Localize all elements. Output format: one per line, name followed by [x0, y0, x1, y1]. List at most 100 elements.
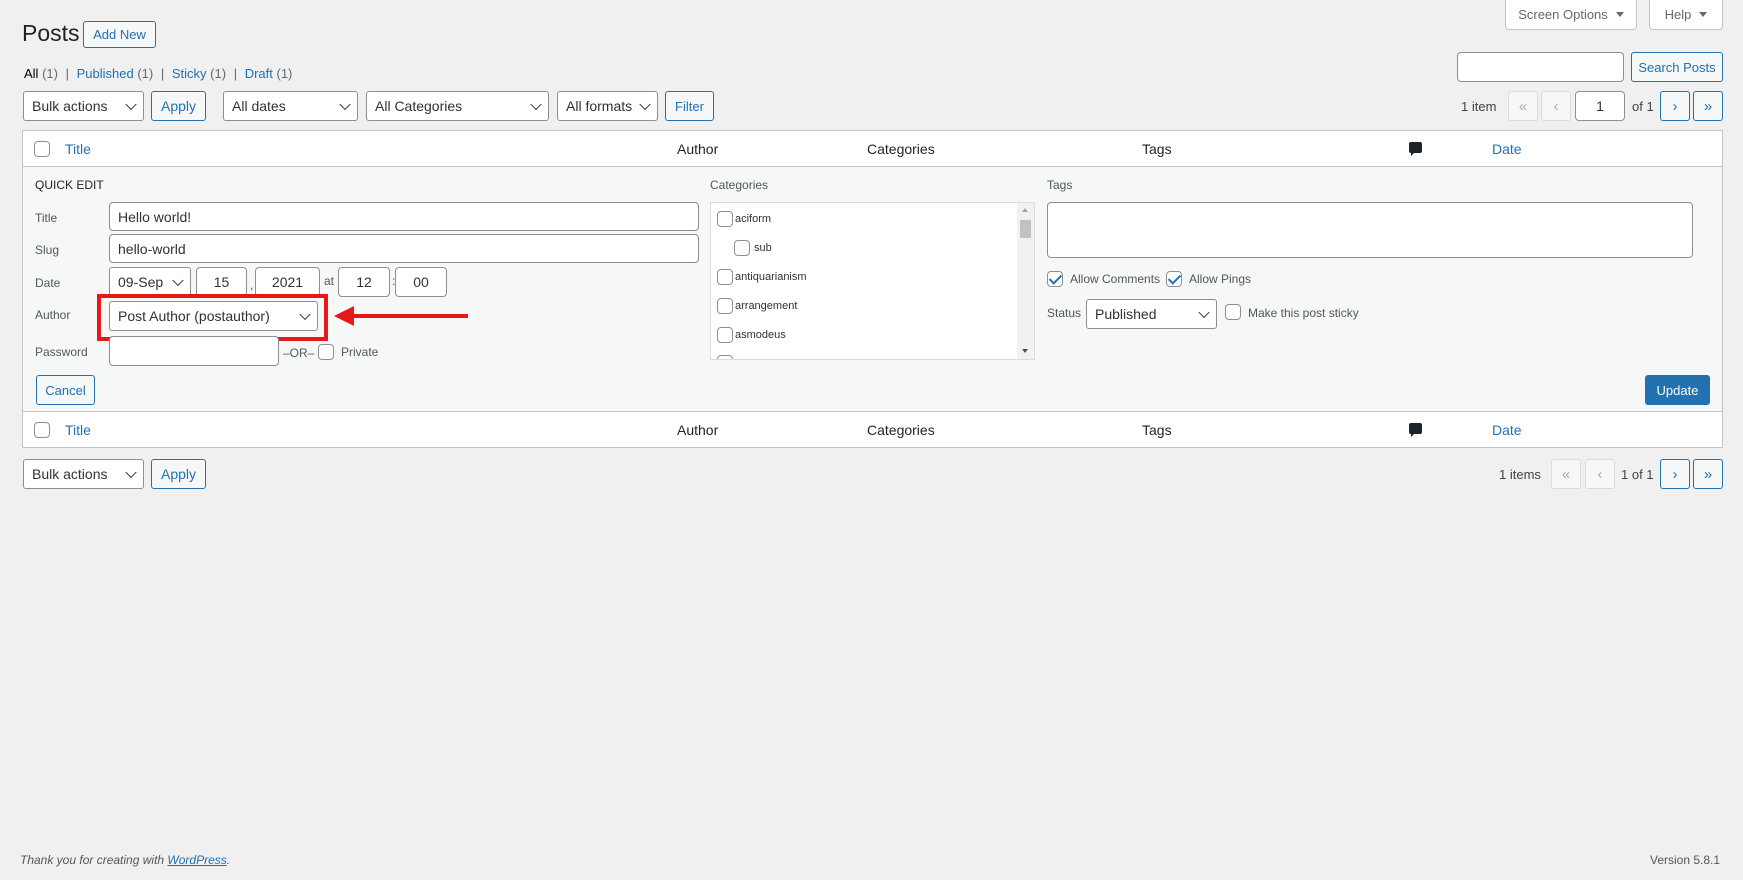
status-value: Published: [1095, 306, 1157, 322]
column-tags-footer: Tags: [1142, 422, 1172, 438]
category-checkbox[interactable]: [717, 298, 733, 314]
filter-sticky[interactable]: Sticky: [172, 66, 207, 81]
filter-all[interactable]: All: [24, 66, 38, 81]
category-checkbox[interactable]: [734, 240, 750, 256]
categories-value: All Categories: [375, 98, 463, 114]
category-row[interactable]: aciform: [717, 211, 771, 227]
column-title-footer[interactable]: Title: [65, 422, 91, 438]
column-tags: Tags: [1142, 141, 1172, 157]
dates-value: All dates: [232, 98, 286, 114]
hour-field[interactable]: 12: [338, 267, 390, 297]
separator: |: [233, 66, 238, 81]
chevron-down-icon: [1198, 306, 1210, 319]
items-count: 1 item: [1461, 99, 1497, 114]
category-checkbox[interactable]: [717, 327, 733, 343]
sticky-label: Make this post sticky: [1248, 306, 1359, 320]
first-page-icon: «: [1508, 91, 1538, 121]
bulk-actions-value: Bulk actions: [32, 466, 108, 482]
apply-button[interactable]: Apply: [151, 91, 206, 121]
filter-button[interactable]: Filter: [665, 91, 714, 121]
arrow-shaft: [350, 314, 468, 318]
dates-filter-select[interactable]: All dates: [223, 91, 358, 121]
scroll-up-arrow-icon[interactable]: [1022, 208, 1028, 212]
add-new-button[interactable]: Add New: [83, 21, 156, 48]
category-row-partial: [717, 355, 733, 359]
prev-page-icon: ‹: [1585, 459, 1615, 489]
column-title[interactable]: Title: [65, 141, 91, 157]
title-label: Title: [35, 211, 58, 225]
slug-field[interactable]: hello-world: [109, 234, 699, 263]
comment-bubble-tail: [1411, 152, 1415, 156]
category-checkbox[interactable]: [717, 269, 733, 285]
screen-options-button[interactable]: Screen Options: [1505, 0, 1637, 30]
category-label: sub: [754, 242, 772, 254]
post-status-filters: All (1) | Published (1) | Sticky (1) | D…: [24, 66, 292, 81]
chevron-down-icon: [125, 466, 137, 479]
scroll-down-arrow-icon[interactable]: [1022, 349, 1028, 353]
category-label: aciform: [735, 213, 772, 225]
column-date-footer[interactable]: Date: [1492, 422, 1522, 438]
category-label: antiquarianism: [735, 271, 807, 283]
private-checkbox[interactable]: [318, 344, 334, 360]
next-page-icon[interactable]: ›: [1660, 459, 1690, 489]
month-value: 09-Sep: [118, 274, 164, 290]
last-page-icon[interactable]: »: [1693, 91, 1723, 121]
filter-all-count: (1): [42, 66, 58, 81]
minute-field[interactable]: 00: [395, 267, 447, 297]
search-posts-button[interactable]: Search Posts: [1631, 52, 1723, 82]
first-page-icon: «: [1551, 459, 1581, 489]
category-label: asmodeus: [735, 329, 786, 341]
items-count-bottom: 1 items: [1499, 467, 1541, 482]
wordpress-link[interactable]: WordPress: [167, 853, 226, 867]
date-comma: ,: [250, 278, 254, 292]
column-author-footer: Author: [677, 422, 719, 438]
category-row[interactable]: arrangement: [717, 298, 797, 314]
bulk-actions-select[interactable]: Bulk actions: [23, 91, 144, 121]
next-page-icon[interactable]: ›: [1660, 91, 1690, 121]
tags-textarea[interactable]: [1047, 202, 1693, 258]
column-date[interactable]: Date: [1492, 141, 1522, 157]
select-all-checkbox-footer[interactable]: [34, 422, 50, 438]
day-field[interactable]: 15: [196, 267, 247, 297]
password-field[interactable]: [109, 336, 279, 366]
scrollbar-thumb[interactable]: [1020, 220, 1031, 238]
scrollbar[interactable]: [1017, 203, 1034, 359]
category-row[interactable]: antiquarianism: [717, 269, 807, 285]
allow-comments-label: Allow Comments: [1070, 272, 1161, 286]
select-all-checkbox[interactable]: [34, 141, 50, 157]
apply-button-bottom[interactable]: Apply: [151, 459, 206, 489]
category-checkbox[interactable]: [717, 211, 733, 227]
category-row[interactable]: asmodeus: [717, 327, 786, 343]
comment-bubble-tail: [1411, 433, 1415, 437]
version-text: Version 5.8.1: [1650, 853, 1721, 867]
month-select[interactable]: 09-Sep: [109, 267, 191, 297]
categories-filter-select[interactable]: All Categories: [366, 91, 549, 121]
help-button[interactable]: Help: [1649, 0, 1723, 30]
cancel-button[interactable]: Cancel: [36, 375, 95, 405]
chevron-down-icon: [639, 98, 651, 111]
bulk-actions-select-bottom[interactable]: Bulk actions: [23, 459, 144, 489]
status-select[interactable]: Published: [1086, 299, 1217, 329]
at-label: at: [324, 274, 335, 288]
filter-draft[interactable]: Draft: [245, 66, 273, 81]
allow-comments-checkbox[interactable]: [1047, 271, 1063, 287]
year-field[interactable]: 2021: [255, 267, 320, 297]
category-row[interactable]: sub: [734, 240, 772, 256]
search-input[interactable]: [1457, 52, 1624, 82]
title-field[interactable]: Hello world!: [109, 202, 699, 231]
day-value: 15: [213, 274, 230, 290]
help-label: Help: [1664, 7, 1692, 22]
formats-filter-select[interactable]: All formats: [557, 91, 658, 121]
quick-edit-heading: QUICK EDIT: [35, 178, 104, 192]
footer-thanks-text: Thank you for creating with: [20, 853, 168, 867]
allow-pings-checkbox[interactable]: [1166, 271, 1182, 287]
status-label: Status: [1047, 306, 1082, 320]
private-label: Private: [341, 345, 379, 359]
update-button[interactable]: Update: [1645, 375, 1710, 405]
current-page-input[interactable]: 1: [1575, 91, 1625, 121]
filter-published-count: (1): [137, 66, 154, 81]
tags-label: Tags: [1047, 178, 1073, 192]
last-page-icon[interactable]: »: [1693, 459, 1723, 489]
sticky-checkbox[interactable]: [1225, 304, 1241, 320]
filter-published[interactable]: Published: [77, 66, 134, 81]
